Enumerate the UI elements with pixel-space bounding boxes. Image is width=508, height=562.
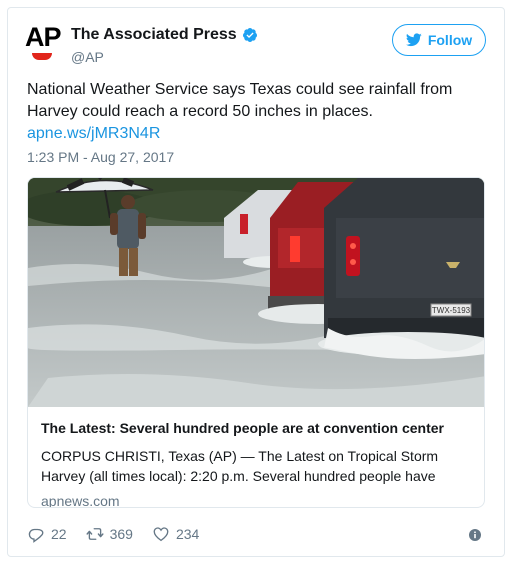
reply-icon	[28, 528, 44, 543]
retweet-count: 369	[109, 526, 133, 542]
reply-button[interactable]: 22	[27, 525, 67, 543]
like-button[interactable]: 234	[152, 525, 199, 543]
tweet-timestamp[interactable]: 1:23 PM - Aug 27, 2017	[27, 149, 174, 165]
follow-button[interactable]: Follow	[392, 24, 486, 56]
license-plate-text: TWX-5193	[432, 306, 471, 315]
card-title[interactable]: The Latest: Several hundred people are a…	[41, 419, 476, 437]
info-icon[interactable]	[469, 529, 481, 541]
ap-logo-red-bar	[32, 53, 52, 60]
twitter-bird-icon	[405, 33, 422, 47]
author-name[interactable]: The Associated Press	[71, 26, 237, 44]
author-handle[interactable]: @AP	[71, 49, 104, 65]
card-image[interactable]: TWX-5193	[28, 178, 485, 407]
reply-count: 22	[51, 526, 67, 542]
card-body[interactable]: The Latest: Several hundred people are a…	[41, 419, 476, 508]
author-name-row[interactable]: The Associated Press	[71, 26, 258, 44]
tweet-link[interactable]: apne.ws/jMR3N4R	[27, 123, 160, 145]
avatar[interactable]: AP	[25, 22, 62, 60]
heart-icon	[153, 527, 169, 542]
tweet-card: AP The Associated Press @AP Follow Natio…	[7, 7, 505, 557]
retweet-button[interactable]: 369	[86, 525, 133, 543]
card-description: CORPUS CHRISTI, Texas (AP) — The Latest …	[41, 448, 439, 484]
verified-badge-icon	[242, 28, 257, 42]
like-count: 234	[175, 526, 200, 542]
tweet-actions: 22 369 234	[27, 525, 218, 543]
follow-label: Follow	[427, 32, 473, 48]
retweet-icon	[86, 528, 104, 540]
tweet-text: National Weather Service says Texas coul…	[27, 81, 453, 120]
ap-logo-text: AP	[25, 22, 62, 52]
card-domain: apnews.com	[41, 493, 120, 508]
link-preview-card[interactable]: TWX-5193 The Latest: Several hundred peo…	[27, 177, 485, 508]
